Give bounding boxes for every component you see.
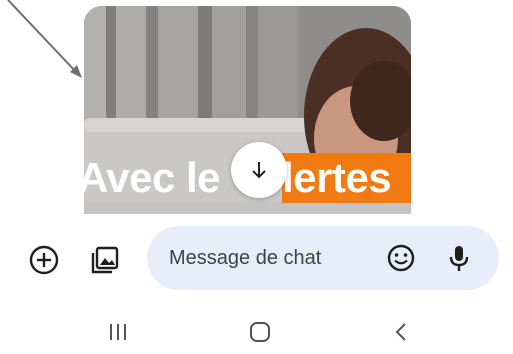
home-button[interactable] — [242, 314, 278, 350]
add-circle-icon — [29, 245, 59, 275]
gallery-button[interactable] — [85, 240, 125, 280]
message-placeholder: Message de chat — [169, 247, 322, 269]
microphone-icon — [449, 246, 469, 271]
scroll-to-bottom-button[interactable] — [231, 142, 287, 198]
back-icon — [395, 323, 406, 341]
gallery-icon — [91, 246, 119, 274]
add-attachment-button[interactable] — [24, 240, 64, 280]
emoji-button[interactable] — [383, 240, 419, 276]
message-input[interactable]: Message de chat — [147, 226, 499, 290]
message-composer: Message de chat — [0, 224, 513, 296]
arrow-down-icon — [252, 162, 266, 179]
recents-button[interactable] — [100, 314, 136, 350]
annotation-arrow-icon — [7, 0, 82, 78]
back-button[interactable] — [384, 314, 420, 350]
home-icon — [250, 322, 270, 342]
banner-text-right: lertes — [282, 154, 392, 201]
system-navigation-bar — [0, 310, 513, 354]
banner-text-left: Avec le — [84, 154, 221, 201]
recents-icon — [110, 324, 126, 340]
voice-input-button[interactable] — [441, 240, 477, 276]
emoji-icon — [387, 244, 415, 272]
